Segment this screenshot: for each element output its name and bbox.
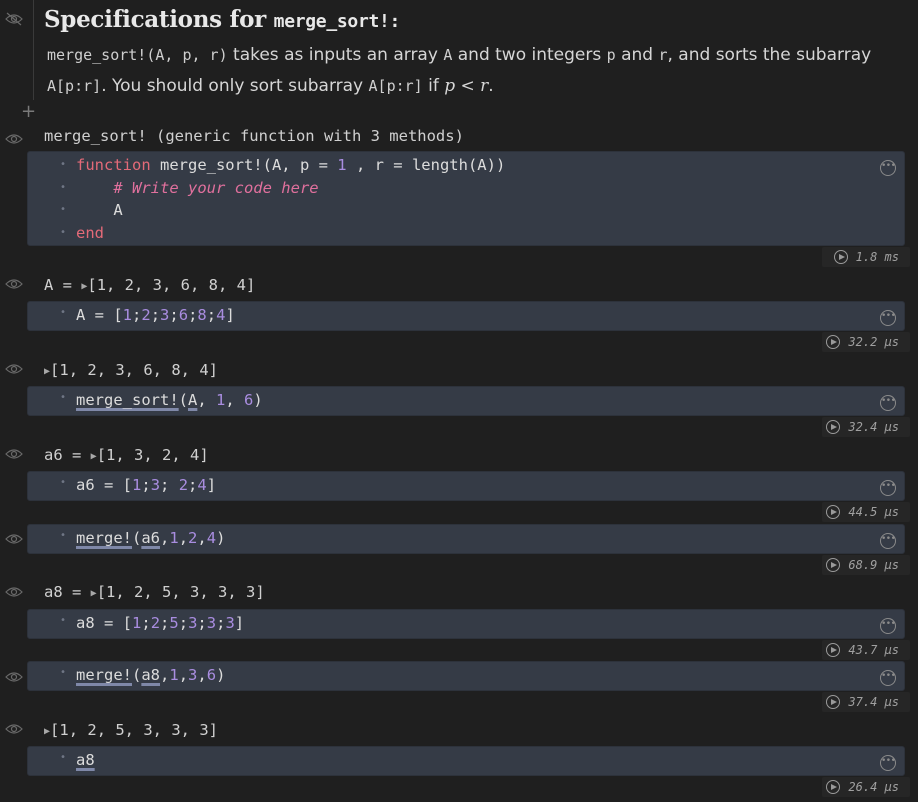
more-options-icon[interactable]: ••• xyxy=(880,755,896,771)
code-cell[interactable]: • a8 ••• xyxy=(27,746,905,776)
code-cell[interactable]: • a6 = [1;3; 2;4] ••• xyxy=(27,471,905,501)
code-line: • # Write your code here xyxy=(60,178,319,197)
add-cell-icon[interactable]: + xyxy=(21,103,36,121)
code-cell[interactable]: • merge!(a8,1,3,6) ••• xyxy=(27,661,905,691)
more-options-icon[interactable]: ••• xyxy=(880,480,896,496)
more-options-icon[interactable]: ••• xyxy=(880,310,896,326)
eye-slash-icon[interactable] xyxy=(5,12,23,26)
eye-icon[interactable] xyxy=(5,671,23,683)
markdown-paragraph: merge_sort!(A, p, r) takes as inputs an … xyxy=(47,45,872,96)
more-options-icon[interactable]: ••• xyxy=(880,670,896,686)
code-line: • end xyxy=(60,223,104,242)
run-cell-icon[interactable] xyxy=(826,505,841,519)
runtime-indicator[interactable]: 44.5 μs xyxy=(826,503,899,521)
run-cell-icon[interactable] xyxy=(826,780,841,794)
code-cell[interactable]: • merge_sort!(A, 1, 6) ••• xyxy=(27,386,905,416)
cell-gutter-line xyxy=(33,0,34,100)
code-line: • A xyxy=(60,201,123,219)
runtime-indicator[interactable]: 26.4 μs xyxy=(826,778,899,796)
eye-icon[interactable] xyxy=(5,586,23,598)
runtime-indicator[interactable]: 68.9 μs xyxy=(826,556,899,574)
code-cell[interactable]: • function merge_sort!(A, p = 1 , r = len… xyxy=(27,151,905,246)
code-line: • merge!(a6,1,2,4) xyxy=(60,529,226,547)
code-line: • merge!(a8,1,3,6) xyxy=(60,666,226,684)
cell-output: A = ▶[1, 2, 3, 6, 8, 4] xyxy=(44,276,256,294)
cell-output: a8 = ▶[1, 2, 5, 3, 3, 3] xyxy=(44,583,265,601)
runtime-indicator[interactable]: 32.4 μs xyxy=(826,418,899,436)
runtime-indicator[interactable]: 37.4 μs xyxy=(826,693,899,711)
more-options-icon[interactable]: ••• xyxy=(880,533,896,549)
code-line: • function merge_sort!(A, p = 1 , r = len… xyxy=(60,156,506,174)
run-cell-icon[interactable] xyxy=(826,335,841,349)
code-line: • merge_sort!(A, 1, 6) xyxy=(60,391,263,409)
run-cell-icon[interactable] xyxy=(833,250,848,264)
cell-output: ▶[1, 2, 3, 6, 8, 4] xyxy=(44,361,219,379)
eye-icon[interactable] xyxy=(5,363,23,375)
runtime-indicator[interactable]: 43.7 μs xyxy=(826,641,899,659)
code-cell[interactable]: • A = [1;2;3;6;8;4] ••• xyxy=(27,301,905,331)
cell-output: ▶[1, 2, 5, 3, 3, 3] xyxy=(44,721,219,739)
code-line: • a6 = [1;3; 2;4] xyxy=(60,476,217,494)
page-title: Specifications for merge_sort!: xyxy=(44,6,401,33)
more-options-icon[interactable]: ••• xyxy=(880,160,896,176)
code-line: • A = [1;2;3;6;8;4] xyxy=(60,306,235,324)
run-cell-icon[interactable] xyxy=(826,695,841,709)
cell-output: a6 = ▶[1, 3, 2, 4] xyxy=(44,446,209,464)
run-cell-icon[interactable] xyxy=(826,558,841,572)
more-options-icon[interactable]: ••• xyxy=(880,395,896,411)
more-options-icon[interactable]: ••• xyxy=(880,618,896,634)
code-line: • a8 = [1;2;5;3;3;3] xyxy=(60,614,245,632)
code-line: • a8 xyxy=(60,751,95,769)
eye-icon[interactable] xyxy=(5,278,23,290)
code-cell[interactable]: • a8 = [1;2;5;3;3;3] ••• xyxy=(27,609,905,639)
code-cell[interactable]: • merge!(a6,1,2,4) ••• xyxy=(27,524,905,554)
eye-icon[interactable] xyxy=(5,448,23,460)
runtime-indicator[interactable]: 32.2 μs xyxy=(826,333,899,351)
eye-icon[interactable] xyxy=(5,723,23,735)
math-expression: p < r xyxy=(444,76,489,96)
run-cell-icon[interactable] xyxy=(826,420,841,434)
eye-icon[interactable] xyxy=(5,533,23,545)
run-cell-icon[interactable] xyxy=(826,643,841,657)
eye-icon[interactable] xyxy=(5,133,23,145)
runtime-indicator[interactable]: 1.8 ms xyxy=(833,248,899,266)
cell-output: merge_sort! (generic function with 3 met… xyxy=(44,127,464,145)
